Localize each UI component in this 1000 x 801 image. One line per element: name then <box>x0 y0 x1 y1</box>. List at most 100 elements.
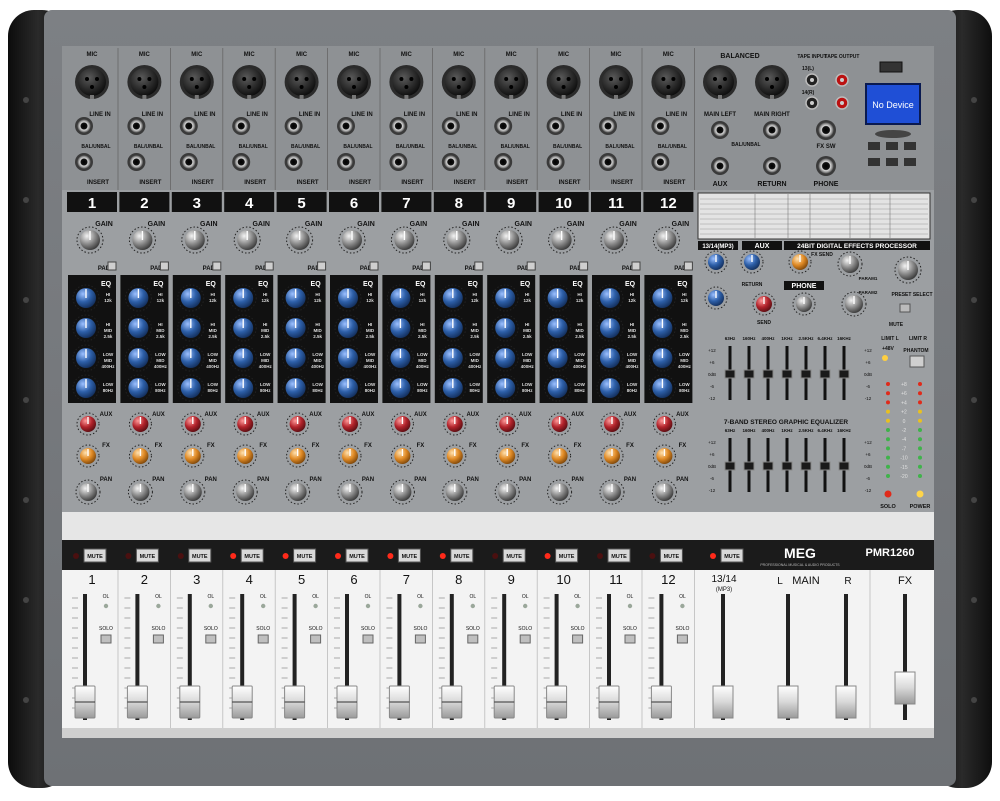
geq-slider-top-16KHz[interactable] <box>838 369 850 379</box>
mic-input-3[interactable] <box>179 65 214 99</box>
phone-jack[interactable] <box>816 156 836 176</box>
pad-button[interactable] <box>683 261 693 271</box>
solo-button-8[interactable] <box>467 634 479 644</box>
player-button[interactable] <box>868 158 880 166</box>
insert-jack-10[interactable] <box>546 153 565 171</box>
geq-slider-bottom-1KHz[interactable] <box>781 461 793 471</box>
fx-fader[interactable] <box>894 671 916 705</box>
line-in-jack-6[interactable] <box>337 117 355 135</box>
insert-jack-5[interactable] <box>284 153 303 171</box>
solo-button-12[interactable] <box>676 634 688 644</box>
mic-input-9[interactable] <box>494 65 529 99</box>
pad-button[interactable] <box>631 261 641 271</box>
player-button[interactable] <box>886 142 898 150</box>
pad-button[interactable] <box>526 261 536 271</box>
rca-jack[interactable] <box>835 73 849 87</box>
insert-jack-3[interactable] <box>179 153 198 171</box>
pad-button[interactable] <box>159 261 169 271</box>
main-left-xlr[interactable] <box>703 65 737 99</box>
geq-slider-top-160Hz[interactable] <box>743 369 755 379</box>
insert-jack-4[interactable] <box>232 153 251 171</box>
fx-sw-jack[interactable] <box>816 120 836 140</box>
mic-input-7[interactable] <box>389 65 424 99</box>
line-in-jack-12[interactable] <box>651 117 670 135</box>
mic-input-5[interactable] <box>284 65 319 99</box>
geq-slider-bottom-400Hz[interactable] <box>762 461 774 471</box>
line-in-jack-7[interactable] <box>389 117 408 135</box>
geq-slider-top-63Hz[interactable] <box>724 369 736 379</box>
pad-button[interactable] <box>474 261 484 271</box>
rca-jack[interactable] <box>835 96 849 110</box>
mic-input-6[interactable] <box>337 65 371 99</box>
insert-jack-11[interactable] <box>599 153 617 171</box>
mic-input-10[interactable] <box>546 65 581 99</box>
mic-input-2[interactable] <box>127 65 162 99</box>
mic-input-11[interactable] <box>599 65 633 99</box>
player-button[interactable] <box>886 158 898 166</box>
solo-button-3[interactable] <box>205 634 217 644</box>
fx-mute-button[interactable] <box>899 303 911 313</box>
mic-input-8[interactable] <box>441 65 476 99</box>
solo-button-2[interactable] <box>152 634 164 644</box>
return-jack[interactable] <box>763 157 781 175</box>
mic-input-4[interactable] <box>232 65 267 99</box>
insert-jack-12[interactable] <box>651 153 670 171</box>
geq-slider-top-6.4KHz[interactable] <box>819 369 831 379</box>
pad-button[interactable] <box>212 261 222 271</box>
geq-slider-top-400Hz[interactable] <box>762 369 774 379</box>
insert-jack-2[interactable] <box>127 153 146 171</box>
rca-jack[interactable] <box>805 96 819 110</box>
line-in-jack-1[interactable] <box>75 117 93 135</box>
player-button[interactable] <box>904 158 916 166</box>
main-left-fader[interactable] <box>777 685 799 719</box>
pad-button[interactable] <box>579 261 589 271</box>
pad-button[interactable] <box>107 261 117 271</box>
pad-button[interactable] <box>317 261 327 271</box>
rca-jack[interactable] <box>805 73 819 87</box>
phantom-button[interactable] <box>909 355 925 368</box>
solo-button-1[interactable] <box>100 634 112 644</box>
solo-button-9[interactable] <box>519 634 531 644</box>
solo-button-4[interactable] <box>257 634 269 644</box>
fader-13-14[interactable] <box>712 685 734 719</box>
usb-port[interactable] <box>879 61 903 73</box>
line-in-jack-11[interactable] <box>599 117 617 135</box>
geq-slider-top-2.5KHz[interactable] <box>800 369 812 379</box>
solo-button-10[interactable] <box>572 634 584 644</box>
line-in-jack-8[interactable] <box>441 117 460 135</box>
main-right-xlr[interactable] <box>755 65 789 99</box>
insert-jack-1[interactable] <box>75 153 93 171</box>
line-in-jack-5[interactable] <box>284 117 303 135</box>
geq-slider-top-1KHz[interactable] <box>781 369 793 379</box>
insert-jack-7[interactable] <box>389 153 408 171</box>
main-right-jack[interactable] <box>763 121 781 139</box>
main-right-fader[interactable] <box>835 685 857 719</box>
mic-input-12[interactable] <box>651 65 686 99</box>
insert-jack-8[interactable] <box>441 153 460 171</box>
line-in-jack-2[interactable] <box>127 117 146 135</box>
geq-slider-bottom-6.4KHz[interactable] <box>819 461 831 471</box>
pad-button[interactable] <box>421 261 431 271</box>
line-in-jack-4[interactable] <box>232 117 251 135</box>
pad-button[interactable] <box>264 261 274 271</box>
line-in-jack-9[interactable] <box>494 117 513 135</box>
mic-input-1[interactable] <box>75 65 109 99</box>
main-left-jack[interactable] <box>711 121 729 139</box>
aux-out-jack[interactable] <box>711 157 729 175</box>
side-screw <box>971 697 977 703</box>
geq-slider-bottom-16KHz[interactable] <box>838 461 850 471</box>
pad-button[interactable] <box>369 261 379 271</box>
insert-jack-9[interactable] <box>494 153 513 171</box>
player-button[interactable] <box>904 142 916 150</box>
solo-button-5[interactable] <box>310 634 322 644</box>
insert-jack-6[interactable] <box>337 153 355 171</box>
solo-button-11[interactable] <box>624 634 636 644</box>
line-in-jack-10[interactable] <box>546 117 565 135</box>
solo-button-7[interactable] <box>414 634 426 644</box>
geq-slider-bottom-63Hz[interactable] <box>724 461 736 471</box>
line-in-jack-3[interactable] <box>179 117 198 135</box>
geq-slider-bottom-2.5KHz[interactable] <box>800 461 812 471</box>
solo-button-6[interactable] <box>362 634 374 644</box>
geq-slider-bottom-160Hz[interactable] <box>743 461 755 471</box>
player-button[interactable] <box>868 142 880 150</box>
